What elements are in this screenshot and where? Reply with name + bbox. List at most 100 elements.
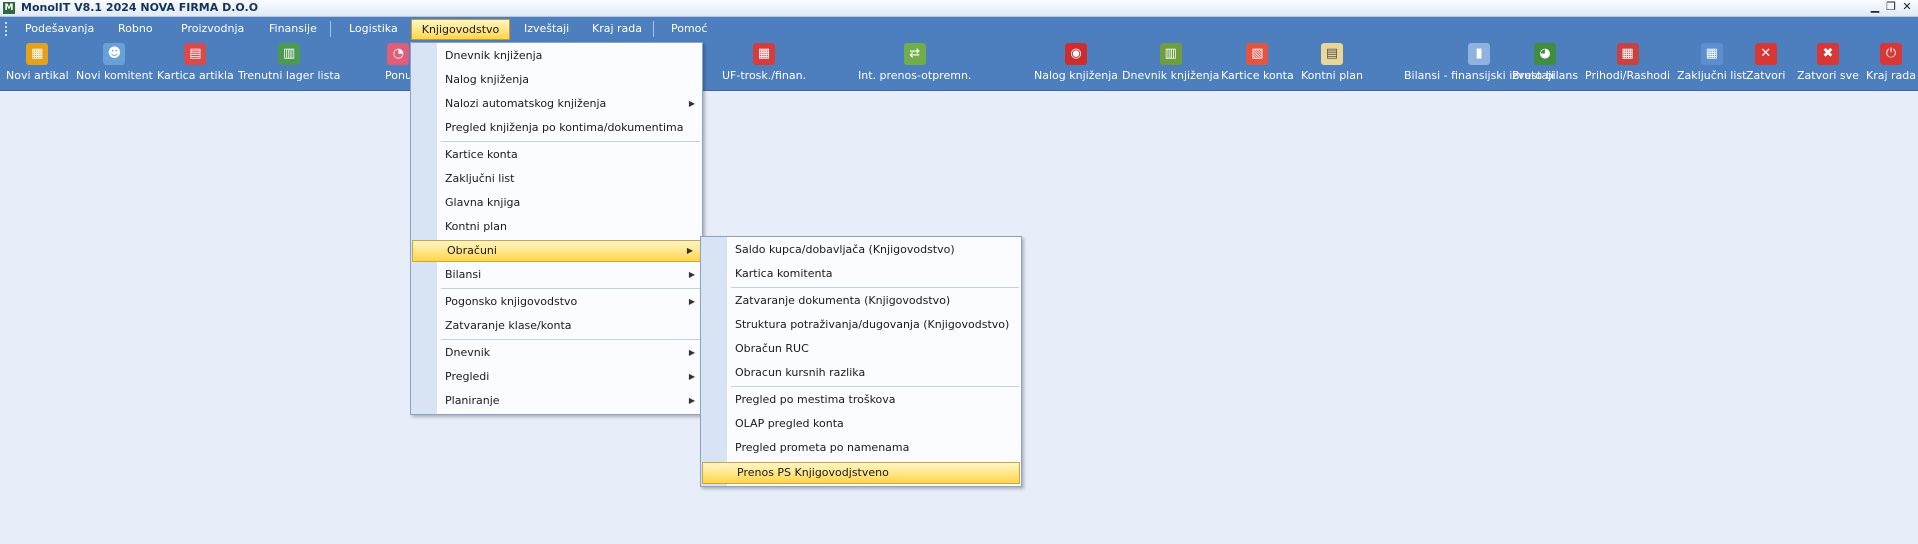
menu-item-label: Struktura potraživanja/dugovanja (Knjigo… <box>735 318 1010 331</box>
new-client-icon: ☻ <box>103 43 126 65</box>
submenu-arrow-icon: ▶ <box>688 99 695 108</box>
menu-izvestaji[interactable]: Izveštaji <box>524 21 569 37</box>
menu-item-nalozi-automatskog-knjizenja[interactable]: Nalozi automatskog knjiženja ▶ <box>411 93 702 115</box>
menu-kraj-rada[interactable]: Kraj rada <box>592 21 642 37</box>
novi-artikal-button[interactable]: ▦ Novi artikal <box>6 43 69 82</box>
window-title: MonolIT V8.1 2024 NOVA FIRMA D.O.O <box>21 1 259 14</box>
zatvori-button[interactable]: ✕ Zatvori <box>1746 43 1785 82</box>
toolbar: ▦ Novi artikal ☻ Novi komitent ▤ Kartica… <box>0 41 1918 91</box>
menu-item-label: Planiranje <box>445 394 500 407</box>
menu-item-zatvaranje-klase-konta[interactable]: Zatvaranje klase/konta <box>411 315 702 337</box>
power-icon: ⏻ <box>1880 43 1902 65</box>
prihodi-rashodi-button[interactable]: ▦ Prihodi/Rashodi <box>1585 43 1670 82</box>
menu-item-bilansi[interactable]: Bilansi ▶ <box>411 264 702 286</box>
menu-logistika[interactable]: Logistika <box>349 21 398 37</box>
income-expense-icon: ▦ <box>1616 43 1639 65</box>
menu-item-olap-pregled-konta[interactable]: OLAP pregled konta <box>701 413 1021 435</box>
book-icon: ◉ <box>1065 43 1087 65</box>
menu-proizvodnja[interactable]: Proizvodnja <box>181 21 244 37</box>
title-bar: M MonolIT V8.1 2024 NOVA FIRMA D.O.O ▁ ❐… <box>0 0 1918 17</box>
toolbar-label: Ponu <box>385 69 412 82</box>
menu-item-pregledi[interactable]: Pregledi ▶ <box>411 366 702 388</box>
menu-item-label: Pregled po mestima troškova <box>735 393 896 406</box>
menu-item-kartica-komitenta[interactable]: Kartica komitenta <box>701 263 1021 285</box>
submenu-arrow-icon: ▶ <box>686 246 693 255</box>
menu-item-label: Pregled knjiženja po kontima/dokumentima <box>445 121 684 134</box>
menu-item-kartice-konta[interactable]: Kartice konta <box>411 144 702 166</box>
menu-item-obracuni[interactable]: Obračuni ▶ <box>412 240 701 262</box>
kartica-artikla-button[interactable]: ▤ Kartica artikla <box>157 43 234 82</box>
close-icon[interactable]: ✕ <box>1900 0 1914 13</box>
closing-sheet-icon: ▦ <box>1700 43 1723 65</box>
trenutni-lager-lista-button[interactable]: ▥ Trenutni lager lista <box>238 43 340 82</box>
offer-icon: ◔ <box>387 43 410 65</box>
menu-item-label: Dnevnik <box>445 346 491 359</box>
toolbar-label: Kontni plan <box>1301 69 1363 82</box>
nalog-knjizenja-button[interactable]: ◉ Nalog knjiženja <box>1034 43 1118 82</box>
menu-item-label: Obračuni <box>447 244 497 257</box>
kraj-rada-button[interactable]: ⏻ Kraj rada <box>1866 43 1916 82</box>
menu-item-dnevnik[interactable]: Dnevnik ▶ <box>411 342 702 364</box>
menu-podesavanja[interactable]: Podešavanja <box>25 21 94 37</box>
zakljucni-list-button[interactable]: ▦ Zaključni list <box>1677 43 1746 82</box>
minimize-icon[interactable]: ▁ <box>1868 0 1882 13</box>
toolbar-label: UF-trosk./finan. <box>722 69 807 82</box>
toolbar-label: Zaključni list <box>1677 69 1747 82</box>
uf-trosk-finan-button[interactable]: ▦ UF-trosk./finan. <box>722 43 806 82</box>
app-logo-icon: M <box>3 2 15 14</box>
menu-item-saldo-kupca[interactable]: Saldo kupca/dobavljača (Knjigovodstvo) <box>701 239 1021 261</box>
submenu-arrow-icon: ▶ <box>688 372 695 381</box>
menu-item-zakljucni-list[interactable]: Zaključni list <box>411 168 702 190</box>
toolbar-label: Zatvori sve <box>1797 69 1859 82</box>
menu-item-label: Bilansi <box>445 268 482 281</box>
toolbar-label: Novi komitent <box>76 69 153 82</box>
menu-item-planiranje[interactable]: Planiranje ▶ <box>411 390 702 412</box>
ponuda-button[interactable]: ◔ Ponu <box>385 43 412 82</box>
restore-icon[interactable]: ❐ <box>1884 0 1898 13</box>
knjigovodstvo-menu: Dnevnik knjiženja Nalog knjiženja Nalozi… <box>410 42 703 415</box>
menu-finansije[interactable]: Finansije <box>269 21 317 37</box>
menu-robno[interactable]: Robno <box>118 21 153 37</box>
menu-item-pregled-prometa-po-namenama[interactable]: Pregled prometa po namenama <box>701 437 1021 459</box>
menu-item-struktura-potrazivanja[interactable]: Struktura potraživanja/dugovanja (Knjigo… <box>701 314 1021 336</box>
menu-item-label: Pregled prometa po namenama <box>735 441 910 454</box>
novi-komitent-button[interactable]: ☻ Novi komitent <box>76 43 153 82</box>
menu-item-pogonsko-knjigovodstvo[interactable]: Pogonsko knjigovodstvo ▶ <box>411 291 702 313</box>
toolbar-label: Kartice konta <box>1221 69 1294 82</box>
submenu-arrow-icon: ▶ <box>688 348 695 357</box>
menu-item-dnevnik-knjizenja[interactable]: Dnevnik knjiženja <box>411 45 702 67</box>
menu-item-label: Glavna knjiga <box>445 196 521 209</box>
toolbar-label: Dnevnik knjiženja <box>1122 69 1220 82</box>
invoice-icon: ▦ <box>753 43 776 65</box>
menu-item-zatvaranje-dokumenta[interactable]: Zatvaranje dokumenta (Knjigovodstvo) <box>701 290 1021 312</box>
journal-icon: ▥ <box>1159 43 1182 65</box>
int-prenos-otpremn-button[interactable]: ⇄ Int. prenos-otpremn. <box>858 43 971 82</box>
toolbar-label: Nalog knjiženja <box>1034 69 1118 82</box>
menu-item-label: Dnevnik knjiženja <box>445 49 543 62</box>
toolbar-label: Trenutni lager lista <box>238 69 341 82</box>
chart-of-accounts-icon: ▤ <box>1320 43 1343 65</box>
menu-item-kontni-plan[interactable]: Kontni plan <box>411 216 702 238</box>
kontni-plan-button[interactable]: ▤ Kontni plan <box>1301 43 1363 82</box>
menu-item-pregled-po-mestima-troskova[interactable]: Pregled po mestima troškova <box>701 389 1021 411</box>
obracuni-submenu: Saldo kupca/dobavljača (Knjigovodstvo) K… <box>700 236 1022 487</box>
close-all-icon: ✖ <box>1816 43 1839 65</box>
kartice-konta-button[interactable]: ▧ Kartice konta <box>1221 43 1294 82</box>
menu-item-obracun-kursnih-razlika[interactable]: Obracun kursnih razlika <box>701 362 1021 384</box>
menu-pomoc[interactable]: Pomoć <box>671 21 707 37</box>
menu-item-glavna-knjiga[interactable]: Glavna knjiga <box>411 192 702 214</box>
menu-item-nalog-knjizenja[interactable]: Nalog knjiženja <box>411 69 702 91</box>
menu-item-label: Zatvaranje klase/konta <box>445 319 572 332</box>
toolbar-label: Int. prenos-otpremn. <box>858 69 972 82</box>
menu-item-pregled-knjizenja[interactable]: Pregled knjiženja po kontima/dokumentima <box>411 117 702 139</box>
menu-knjigovodstvo[interactable]: Knjigovodstvo <box>411 19 510 40</box>
dnevnik-knjizenja-button[interactable]: ▥ Dnevnik knjiženja <box>1122 43 1219 82</box>
menu-item-prenos-ps-knjigovodjstveno[interactable]: Prenos PS Knjigovodjstveno <box>702 462 1020 484</box>
bruto-bilans-button[interactable]: ◕ Bruto bilans <box>1512 43 1578 82</box>
balance-icon: ▮ <box>1468 43 1491 65</box>
zatvori-sve-button[interactable]: ✖ Zatvori sve <box>1797 43 1859 82</box>
toolbar-label: Zatvori <box>1746 69 1786 82</box>
menubar-separator <box>653 21 654 37</box>
menu-item-obracun-ruc[interactable]: Obračun RUC <box>701 338 1021 360</box>
transfer-icon: ⇄ <box>903 43 926 65</box>
